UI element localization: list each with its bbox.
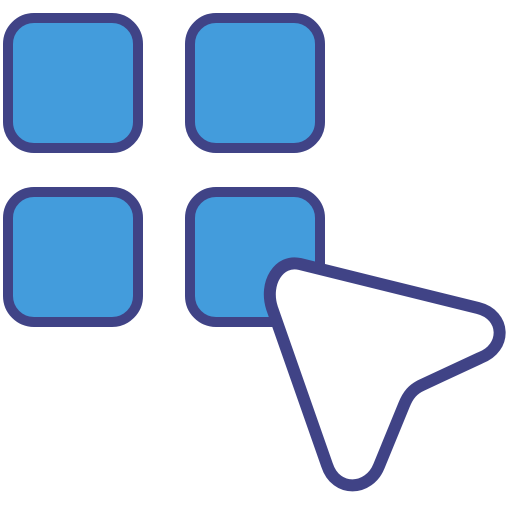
grid-tile-top-right-icon [185, 13, 325, 153]
icon-canvas [0, 0, 512, 512]
app-grid-select-icon [3, 13, 506, 492]
cursor-arrow-icon [263, 257, 506, 492]
grid-tile-top-left-icon [3, 13, 143, 153]
grid-tile-bottom-left-icon [3, 187, 143, 327]
